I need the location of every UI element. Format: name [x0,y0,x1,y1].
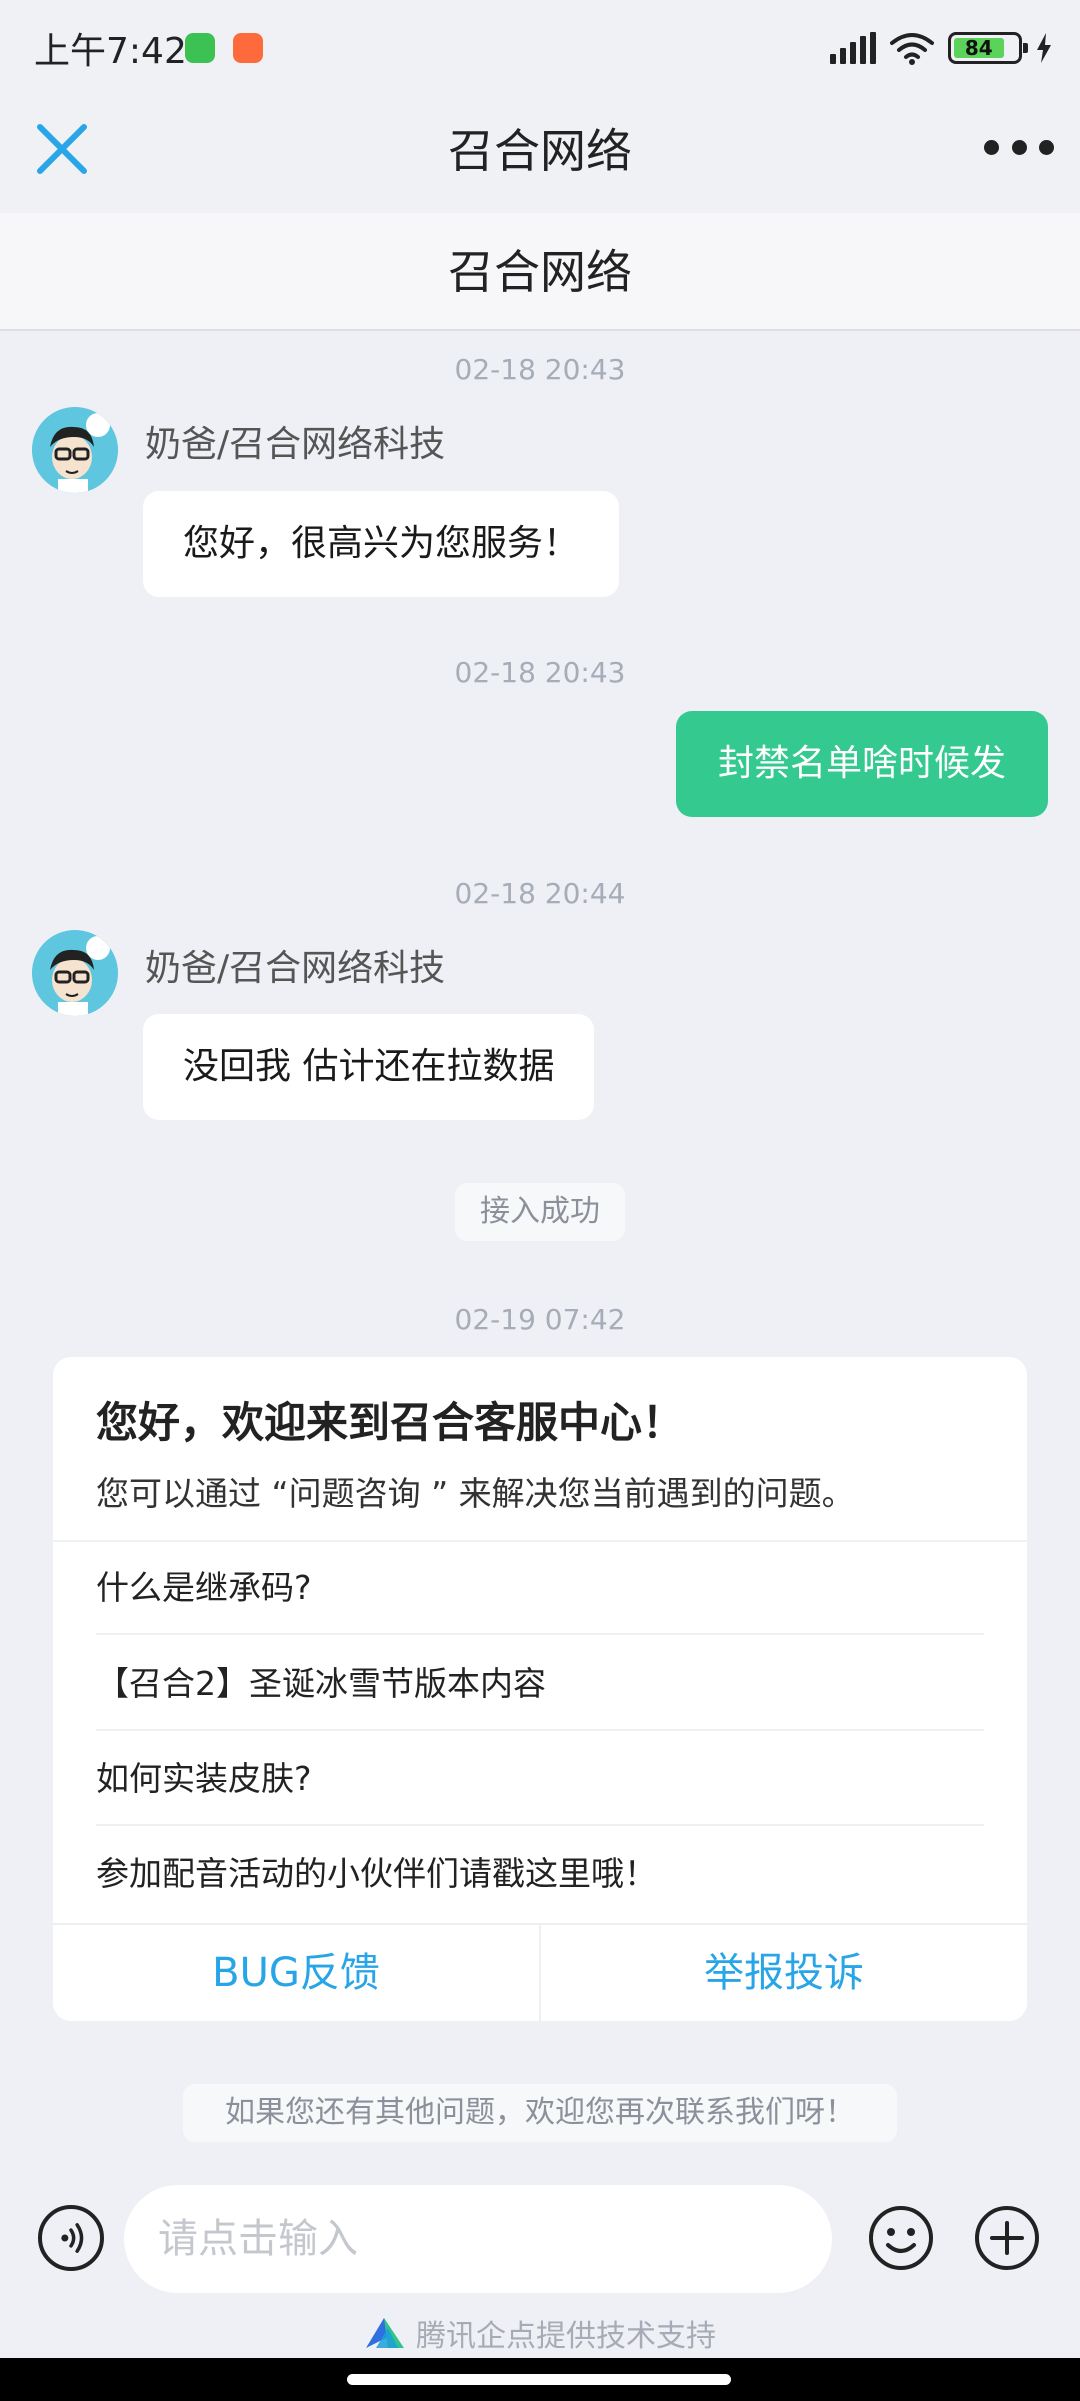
faq-item[interactable]: 【召合2】圣诞冰雪节版本内容 [96,1637,984,1731]
message-timestamp: 02-18 20:44 [454,877,626,910]
charging-bolt-icon [1037,33,1051,63]
agent-avatar-icon [32,407,118,493]
faq-item[interactable]: 如何实装皮肤? [96,1732,984,1826]
report-complaint-button[interactable]: 举报投诉 [539,1925,1027,2021]
sender-name: 奶爸/召合网络科技 [145,424,446,465]
incoming-message-bubble[interactable]: 您好，很高兴为您服务！ [143,491,620,597]
add-attachment-icon[interactable] [974,2205,1040,2271]
message-timestamp: 02-18 20:43 [454,353,626,386]
message-input[interactable] [124,2185,832,2293]
qidian-logo-icon [366,2318,404,2348]
cellular-signal-icon [830,32,876,64]
status-time: 上午7:42 [34,31,187,72]
system-notice: 接入成功 [455,1183,625,1241]
battery-level: 84 [954,36,1004,60]
sender-name: 奶爸/召合网络科技 [145,948,446,989]
voice-input-icon[interactable] [38,2205,104,2271]
agent-avatar-icon [32,930,118,1016]
outgoing-message-bubble[interactable]: 封禁名单啥时候发 [675,711,1048,817]
bug-report-button[interactable]: BUG反馈 [53,1925,539,2021]
welcome-card-subtitle: 您可以通过 “问题咨询 ” 来解决您当前遇到的问题。 [96,1474,855,1513]
input-bar [0,2165,1080,2325]
video-notification-icon [233,33,263,63]
message-timestamp: 02-18 20:43 [454,656,626,689]
welcome-card-title: 您好，欢迎来到召合客服中心！ [96,1398,685,1447]
wifi-icon [890,33,934,65]
status-indicators: 84 [830,28,1052,68]
app-bar: 召合网络 [0,95,1080,213]
agent-avatar[interactable] [32,930,118,1016]
tech-support-credit: 腾讯企点提供技术支持 [0,2308,1080,2358]
chat-header-title: 召合网络 [0,213,1080,331]
welcome-card: 您好，欢迎来到召合客服中心！ 您可以通过 “问题咨询 ” 来解决您当前遇到的问题… [53,1357,1027,2021]
home-gesture-handle[interactable] [347,2374,731,2385]
incoming-message-bubble[interactable]: 没回我 估计还在拉数据 [143,1014,595,1120]
welcome-card-actions: BUG反馈 举报投诉 [53,1923,1027,2021]
closing-notice: 如果您还有其他问题，欢迎您再次联系我们呀！ [183,2084,897,2142]
agent-avatar[interactable] [32,407,118,493]
emoji-icon[interactable] [868,2205,934,2271]
home-indicator-bar [0,2358,1080,2401]
message-timestamp: 02-19 07:42 [454,1303,626,1336]
battery-icon: 84 [948,32,1028,64]
more-options-icon[interactable] [984,127,1054,167]
charging-notification-icon [185,33,215,63]
app-bar-title: 召合网络 [448,124,632,178]
faq-item[interactable]: 什么是继承码? [96,1541,984,1635]
status-bar: 上午7:42 84 [0,0,1080,95]
faq-item[interactable]: 参加配音活动的小伙伴们请戳这里哦！ [96,1827,984,1921]
tech-support-text: 腾讯企点提供技术支持 [416,2319,716,2354]
